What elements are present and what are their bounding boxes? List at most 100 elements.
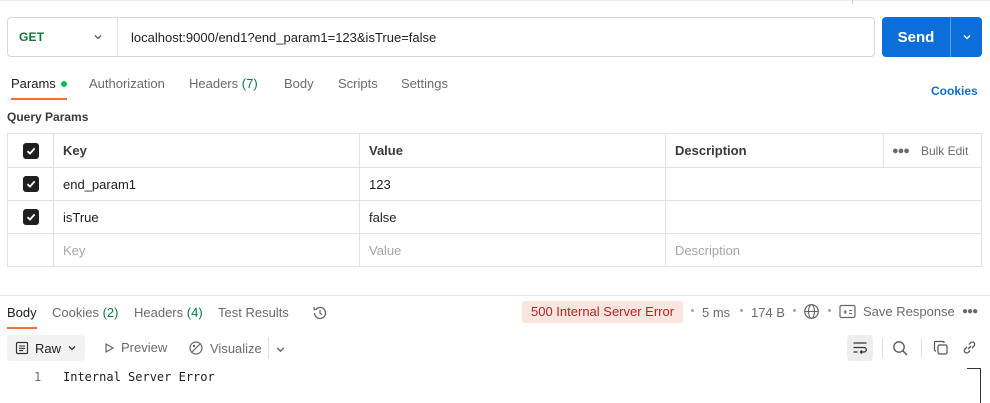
method-label: GET xyxy=(19,30,45,44)
table-header-row: Key Value Description ●●● Bulk Edit xyxy=(8,134,981,167)
separator-dot xyxy=(691,309,694,312)
code-line: Internal Server Error xyxy=(63,370,215,384)
response-size[interactable]: 174 B xyxy=(751,305,785,320)
toolbar-divider xyxy=(921,338,922,358)
tab-test-results[interactable]: Test Results xyxy=(218,303,289,329)
bulk-edit-button[interactable]: ●●● Bulk Edit xyxy=(892,144,968,158)
save-response-label: Save Response xyxy=(863,304,955,319)
tab-response-cookies[interactable]: Cookies (2) xyxy=(52,303,118,329)
empty-checkbox-cell xyxy=(8,234,53,266)
select-all-cell xyxy=(8,134,53,167)
document-icon xyxy=(15,341,29,355)
tab-response-body[interactable]: Body xyxy=(7,303,37,329)
tab-count: (7) xyxy=(241,76,258,91)
link-icon[interactable] xyxy=(961,339,978,359)
history-icon[interactable] xyxy=(311,304,329,325)
tab-body[interactable]: Body xyxy=(284,72,314,100)
param-description[interactable] xyxy=(665,201,981,233)
visualize-label: Visualize xyxy=(210,340,262,356)
tab-settings[interactable]: Settings xyxy=(401,72,448,100)
query-params-title: Query Params xyxy=(7,110,89,124)
tab-response-headers[interactable]: Headers (4) xyxy=(134,303,203,329)
bulk-edit-label: Bulk Edit xyxy=(920,143,969,158)
save-icon xyxy=(839,304,856,319)
wrap-icon xyxy=(853,342,867,355)
check-icon xyxy=(26,147,35,155)
bulk-edit-cell: ●●● Bulk Edit xyxy=(883,134,981,167)
tab-label: Body xyxy=(284,76,314,91)
new-value-input[interactable]: Value xyxy=(359,234,665,266)
row-checkbox-cell xyxy=(8,201,53,233)
response-time[interactable]: 5 ms xyxy=(702,305,730,320)
param-key[interactable]: isTrue xyxy=(53,201,359,233)
more-options-icon[interactable]: ●●● xyxy=(962,306,978,317)
scrollbar[interactable] xyxy=(967,368,981,403)
preview-label: Preview xyxy=(121,340,168,355)
new-key-input[interactable]: Key xyxy=(53,234,359,266)
format-select[interactable]: Raw xyxy=(7,335,85,361)
method-select[interactable]: GET xyxy=(8,18,118,56)
request-bar: GET localhost:9000/end1?end_param1=123&i… xyxy=(7,17,875,57)
row-checkbox[interactable] xyxy=(22,176,39,192)
chevron-down-icon xyxy=(93,30,103,45)
line-number: 1 xyxy=(34,370,42,384)
params-active-dot xyxy=(60,81,67,87)
tab-scripts[interactable]: Scripts xyxy=(338,72,378,100)
more-icon: ●●● xyxy=(892,144,910,157)
tab-label: Body xyxy=(7,305,37,320)
copy-icon[interactable] xyxy=(933,340,949,359)
tab-label: Settings xyxy=(401,76,448,91)
param-value[interactable]: false xyxy=(359,201,665,233)
send-label: Send xyxy=(897,28,935,46)
chevron-down-icon xyxy=(963,35,970,40)
play-icon xyxy=(105,342,115,353)
separator-dot xyxy=(793,309,796,312)
tab-label: Test Results xyxy=(218,305,289,320)
row-checkbox[interactable] xyxy=(22,209,39,225)
tab-label: Authorization xyxy=(89,76,165,91)
table-row-new: Key Value Description xyxy=(8,233,981,266)
chevron-down-icon[interactable] xyxy=(275,343,286,358)
select-all-checkbox[interactable] xyxy=(22,142,39,159)
separator-dot xyxy=(828,309,831,312)
tab-authorization[interactable]: Authorization xyxy=(89,72,165,100)
param-key[interactable]: end_param1 xyxy=(53,168,359,200)
request-tabs: Params Authorization Headers (7) Body Sc… xyxy=(0,72,990,102)
params-table: Key Value Description ●●● Bulk Edit end_… xyxy=(7,133,982,267)
header-description: Description xyxy=(665,134,883,167)
check-icon xyxy=(26,213,35,221)
preview-button[interactable]: Preview xyxy=(103,340,167,355)
pane-divider[interactable] xyxy=(0,295,990,296)
tab-headers[interactable]: Headers (7) xyxy=(189,72,258,100)
save-response-button[interactable]: Save Response xyxy=(839,304,955,319)
globe-icon[interactable] xyxy=(803,303,820,323)
send-button[interactable]: Send xyxy=(882,17,982,57)
table-row: isTrue false xyxy=(8,200,981,233)
toolbar-divider xyxy=(268,337,269,359)
new-description-input[interactable]: Description xyxy=(665,234,981,266)
tab-label: Params xyxy=(11,76,56,91)
header-key: Key xyxy=(53,134,359,167)
send-options-button[interactable] xyxy=(950,17,982,57)
visualize-button[interactable]: Visualize xyxy=(188,340,262,356)
header-value: Value xyxy=(359,134,665,167)
tab-label: Scripts xyxy=(338,76,378,91)
tab-params[interactable]: Params xyxy=(11,72,67,100)
param-value[interactable]: 123 xyxy=(359,168,665,200)
toolbar-divider xyxy=(882,338,883,358)
wrap-lines-button[interactable] xyxy=(847,335,873,361)
tab-label: Headers xyxy=(134,305,184,320)
visualize-icon xyxy=(189,341,203,355)
tab-count: (2) xyxy=(102,305,119,320)
tab-label: Cookies xyxy=(52,305,99,320)
status-badge[interactable]: 500 Internal Server Error xyxy=(522,301,684,323)
check-icon xyxy=(26,180,35,188)
top-border xyxy=(0,0,990,1)
table-row: end_param1 123 xyxy=(8,167,981,200)
url-input[interactable]: localhost:9000/end1?end_param1=123&isTru… xyxy=(118,30,436,45)
chevron-down-icon xyxy=(68,346,76,351)
search-icon[interactable] xyxy=(892,340,909,360)
cookies-link[interactable]: Cookies xyxy=(931,84,978,98)
tab-count: (4) xyxy=(186,305,203,320)
param-description[interactable] xyxy=(665,168,981,200)
